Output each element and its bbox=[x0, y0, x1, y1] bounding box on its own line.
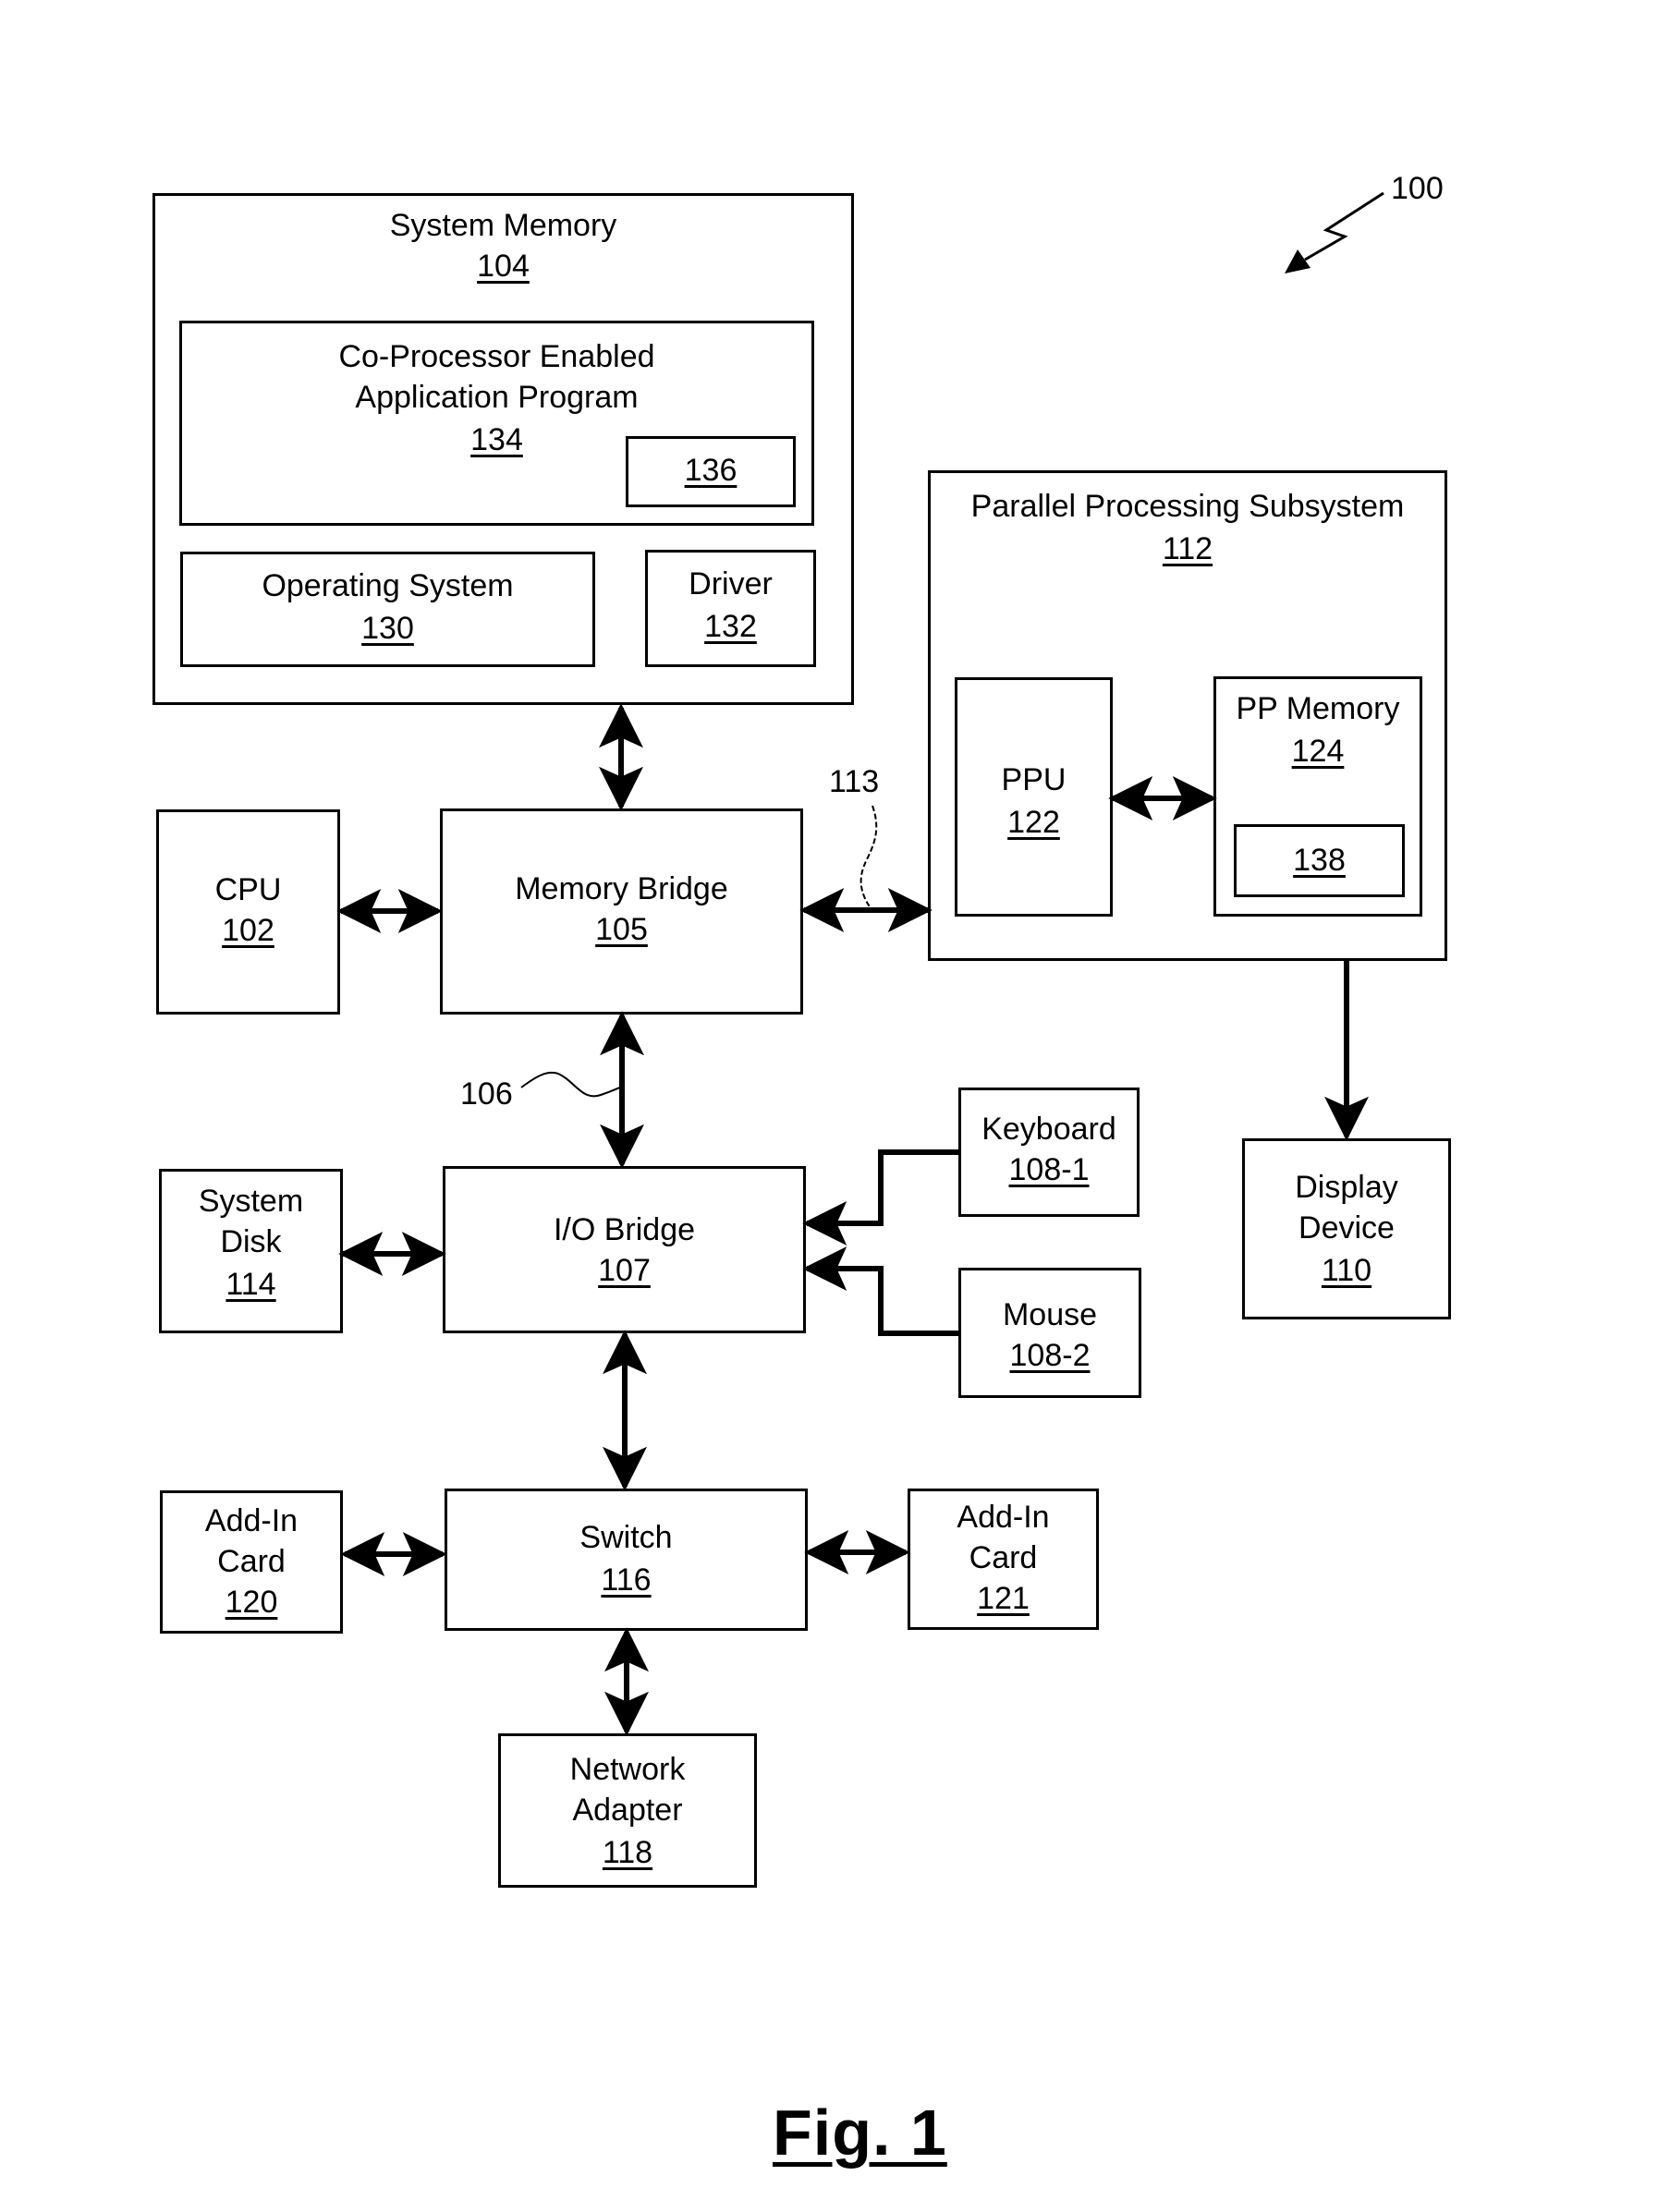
keyboard-block: Keyboard 108-1 bbox=[958, 1088, 1140, 1217]
cpu-label: CPU bbox=[214, 872, 282, 907]
system-disk-label-line1: System bbox=[198, 1184, 304, 1219]
coprocessor-app-label-line2: Application Program bbox=[355, 380, 639, 415]
operating-system-label: Operating System bbox=[262, 568, 514, 603]
driver-label: Driver bbox=[689, 566, 773, 602]
keyboard-label: Keyboard bbox=[981, 1112, 1116, 1147]
add-in-card-121-ref: 121 bbox=[977, 1581, 1030, 1616]
switch-label: Switch bbox=[579, 1520, 673, 1555]
pp-memory-label: PP Memory bbox=[1236, 691, 1400, 726]
display-device-label-line1: Display bbox=[1295, 1170, 1398, 1205]
display-device-block: Display Device 110 bbox=[1242, 1138, 1451, 1319]
leader-113 bbox=[859, 805, 878, 909]
pps-ref: 112 bbox=[1162, 531, 1213, 566]
network-adapter-label-line1: Network bbox=[569, 1752, 686, 1787]
ppu-block: PPU 122 bbox=[955, 677, 1113, 917]
mouse-block: Mouse 108-2 bbox=[958, 1268, 1141, 1398]
network-adapter-ref: 118 bbox=[602, 1835, 653, 1870]
io-bridge-block: I/O Bridge 107 bbox=[443, 1166, 806, 1333]
system-memory-ref: 104 bbox=[477, 249, 530, 284]
add-in-card-120-label-line2: Card bbox=[217, 1544, 286, 1579]
path-113-label: 113 bbox=[829, 764, 880, 799]
cpu-ref: 102 bbox=[222, 913, 274, 948]
display-device-label-line2: Device bbox=[1298, 1210, 1395, 1246]
driver-block: Driver 132 bbox=[645, 550, 816, 667]
pp-memory-ref: 124 bbox=[1291, 734, 1345, 769]
system-disk-ref: 114 bbox=[226, 1267, 276, 1302]
ppu-ref: 122 bbox=[1007, 805, 1060, 840]
block-138: 138 bbox=[1234, 824, 1405, 897]
mouse-label: Mouse bbox=[1002, 1297, 1098, 1332]
add-in-card-121-label-line1: Add-In bbox=[957, 1500, 1050, 1535]
io-bridge-ref: 107 bbox=[598, 1253, 651, 1288]
arrow-keyboard-iobridge bbox=[802, 1149, 958, 1246]
ppu-label: PPU bbox=[1001, 762, 1067, 797]
block-138-ref: 138 bbox=[1293, 843, 1346, 878]
switch-block: Switch 116 bbox=[445, 1489, 808, 1631]
add-in-card-121-label-line2: Card bbox=[969, 1540, 1038, 1575]
network-adapter-block: Network Adapter 118 bbox=[498, 1733, 757, 1888]
system-ref-label: 100 bbox=[1391, 171, 1444, 206]
memory-bridge-ref: 105 bbox=[595, 912, 648, 947]
system-ref-arrow bbox=[1285, 191, 1384, 273]
network-adapter-label-line2: Adapter bbox=[572, 1793, 683, 1828]
add-in-card-120-block: Add-In Card 120 bbox=[160, 1490, 343, 1634]
system-memory-label: System Memory bbox=[389, 208, 617, 243]
coprocessor-app-ref: 134 bbox=[470, 422, 523, 457]
operating-system-ref: 130 bbox=[361, 611, 414, 646]
keyboard-ref: 108-1 bbox=[1008, 1152, 1090, 1187]
add-in-card-121-block: Add-In Card 121 bbox=[908, 1489, 1099, 1630]
switch-ref: 116 bbox=[601, 1562, 652, 1598]
arrow-mouse-iobridge bbox=[802, 1246, 958, 1336]
add-in-card-120-ref: 120 bbox=[225, 1585, 278, 1620]
display-device-ref: 110 bbox=[1321, 1253, 1372, 1288]
figure-caption: Fig. 1 bbox=[773, 2097, 947, 2169]
block-136: 136 bbox=[626, 436, 796, 507]
leader-106 bbox=[520, 1071, 623, 1098]
io-bridge-label: I/O Bridge bbox=[553, 1212, 696, 1247]
coprocessor-app-label-line1: Co-Processor Enabled bbox=[338, 339, 655, 374]
pps-label: Parallel Processing Subsystem bbox=[970, 489, 1405, 524]
add-in-card-120-label-line1: Add-In bbox=[204, 1503, 299, 1538]
cpu-block: CPU 102 bbox=[156, 809, 340, 1015]
memory-bridge-block: Memory Bridge 105 bbox=[440, 808, 803, 1015]
system-disk-block: System Disk 114 bbox=[159, 1169, 343, 1333]
block-136-ref: 136 bbox=[684, 453, 738, 488]
memory-bridge-label: Memory Bridge bbox=[515, 871, 728, 906]
operating-system-block: Operating System 130 bbox=[180, 552, 595, 667]
path-106-label: 106 bbox=[460, 1076, 513, 1112]
system-disk-label-line2: Disk bbox=[220, 1224, 282, 1259]
mouse-ref: 108-2 bbox=[1009, 1338, 1091, 1373]
driver-ref: 132 bbox=[704, 609, 757, 644]
